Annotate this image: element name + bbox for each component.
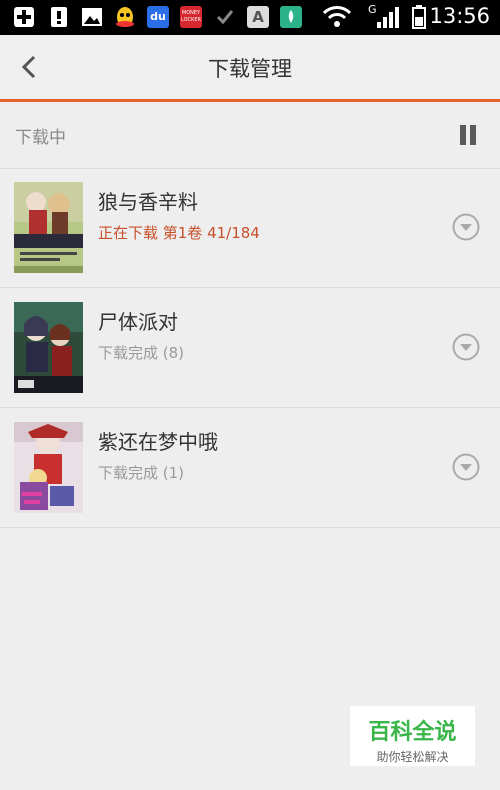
moneylocker-icon: MONEY LOCKER	[180, 6, 202, 28]
qq-icon	[114, 6, 136, 28]
baidu-icon: du	[147, 6, 169, 28]
font-icon-text: A	[252, 8, 264, 26]
battery-icon	[412, 5, 426, 29]
download-item[interactable]: 尸体派对 下载完成 (8)	[0, 288, 500, 408]
font-icon: A	[247, 6, 269, 28]
comic-title: 狼与香辛料	[98, 190, 198, 214]
app-bar: 下载管理	[0, 35, 500, 102]
comic-title: 尸体派对	[98, 310, 178, 334]
pause-icon-bar-left	[460, 125, 466, 145]
download-item[interactable]: 狼与香辛料 正在下载 第1卷 41/184	[0, 168, 500, 288]
chevron-down-icon	[452, 213, 480, 241]
section-label: 下载中	[15, 128, 66, 148]
download-status: 正在下载 第1卷 41/184	[98, 224, 260, 242]
download-status: 下载完成 (8)	[98, 344, 185, 362]
download-item[interactable]: 紫还在梦中哦 下载完成 (1)	[0, 408, 500, 528]
expand-button[interactable]	[452, 213, 480, 241]
watermark-subtitle: 助你轻松解决	[376, 750, 449, 764]
chevron-down-icon	[452, 453, 480, 481]
watermark-logo: 百科全说 助你轻松解决	[350, 706, 475, 766]
comic-cover	[14, 302, 83, 393]
pause-icon-bar-right	[470, 125, 476, 145]
pause-all-button[interactable]	[458, 125, 478, 147]
expand-button[interactable]	[452, 453, 480, 481]
baidu-icon-text: du	[150, 10, 166, 23]
signal-icon	[376, 6, 400, 28]
page-title: 下载管理	[208, 57, 292, 81]
expand-button[interactable]	[452, 333, 480, 361]
chevron-down-icon	[452, 333, 480, 361]
gallery-icon	[81, 6, 103, 28]
download-status: 下载完成 (1)	[98, 464, 185, 482]
comic-cover	[14, 182, 83, 273]
downloading-section-header: 下载中	[0, 102, 500, 169]
check-icon	[214, 6, 236, 28]
status-time: 13:56	[429, 4, 490, 28]
moneylocker-icon-text: MONEY LOCKER	[181, 10, 201, 23]
status-bar: du MONEY LOCKER A G 13:56	[0, 0, 500, 35]
add-icon	[13, 6, 35, 28]
alert-icon	[48, 6, 70, 28]
wifi-icon	[322, 5, 352, 29]
comic-title: 紫还在梦中哦	[98, 430, 218, 454]
watermark-title: 百科全说	[368, 720, 457, 745]
comic-cover	[14, 422, 83, 513]
huawei-icon	[280, 6, 302, 28]
